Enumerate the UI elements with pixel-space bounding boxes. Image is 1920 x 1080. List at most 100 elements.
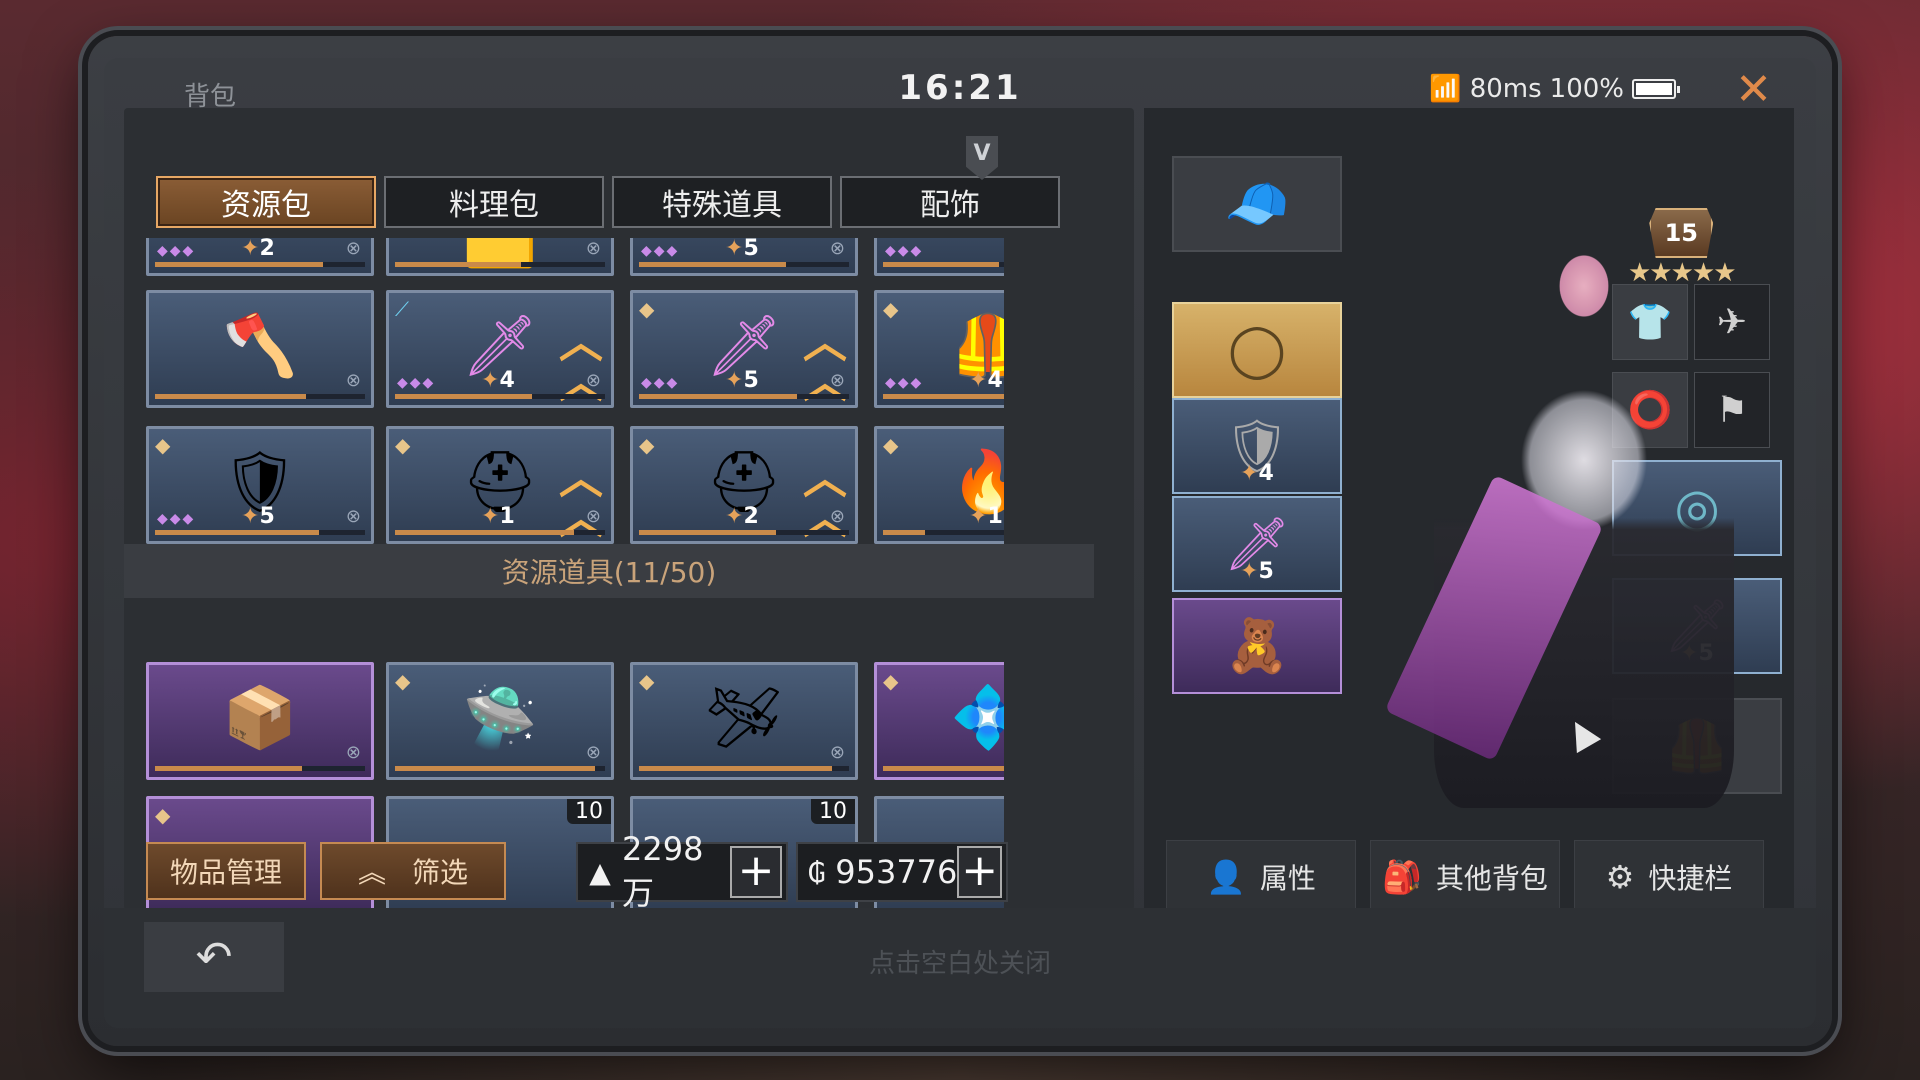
star-level: ✦2 — [241, 238, 275, 261]
drone-icon: ✈ — [1716, 301, 1748, 343]
lock-icon: ⊗ — [585, 370, 601, 391]
item-slot-chest[interactable]: 📦 ⊗ — [146, 662, 374, 780]
rarity-dots: ◆◆◆ — [157, 243, 196, 259]
filter-icon: ︽ — [357, 856, 386, 889]
inventory-screen: 背包 16:21 📶 80ms 100% ✕ 资源包 料理包 特殊道具 配饰 V… — [104, 58, 1816, 1028]
durability-bar — [155, 262, 365, 267]
gem-icon: ◆ — [155, 433, 171, 457]
item-count: 10 — [811, 799, 855, 824]
star-level: ✦4 — [1240, 461, 1274, 486]
gem-icon: ◆ — [639, 669, 655, 693]
category-tabs: 资源包 料理包 特殊道具 配饰 — [156, 176, 1060, 228]
durability-bar — [883, 394, 1004, 399]
rarity-dots: ◆◆◆ — [157, 511, 196, 527]
item-slot-blue-drone[interactable]: ◆ 🛸 ⊗ — [386, 662, 614, 780]
currency-a-add-button[interactable]: + — [730, 846, 782, 898]
star-level: ✦5 — [1240, 559, 1274, 584]
other-bag-button[interactable]: 🎒 其他背包 — [1370, 840, 1560, 914]
lock-icon: ⊗ — [829, 506, 845, 527]
rarity-dots: ◆◆◆ — [641, 243, 680, 259]
tab-special-items[interactable]: 特殊道具 — [612, 176, 832, 228]
equip-slot-head[interactable]: 🧢 — [1172, 156, 1342, 252]
durability-bar — [883, 262, 1004, 267]
item-slot[interactable]: ◆◆◆ ✦5 ⊗ — [630, 238, 858, 276]
item-slot-blue-armor[interactable]: ◆ 🛡 ◆◆◆ ✦5 ⊗ — [146, 426, 374, 544]
durability-bar — [155, 530, 365, 535]
attributes-button[interactable]: 👤 属性 — [1166, 840, 1356, 914]
item-management-button[interactable]: 物品管理 — [146, 842, 306, 900]
currency-b-icon: ₲ — [807, 855, 826, 889]
status-indicators: 📶 80ms 100% — [1429, 74, 1680, 104]
rarity-dots: ◆◆◆ — [641, 375, 680, 391]
durability-bar — [395, 530, 605, 535]
equip-slot-ring[interactable]: ◯ — [1172, 302, 1342, 398]
ping-text: 80ms — [1469, 74, 1542, 104]
star-level: ✦5 — [725, 238, 759, 261]
gem-icon: ◆ — [883, 669, 899, 693]
battery-icon — [1632, 79, 1680, 99]
item-slot[interactable]: 🟨 ⊗ — [386, 238, 614, 276]
currency-a-value: 2298万 — [622, 830, 704, 912]
durability-bar — [883, 530, 1004, 535]
currency-b-value: 953776 — [835, 853, 958, 891]
lock-icon: ⊗ — [585, 238, 601, 259]
item-slot[interactable]: ◆◆◆ ✦2 ⊗ — [146, 238, 374, 276]
star-level: ✦1 — [481, 504, 515, 529]
durability-bar — [639, 766, 849, 771]
durability-bar — [395, 766, 605, 771]
currency-b-add-button[interactable]: + — [957, 846, 1002, 898]
currency-a-icon: ▲ — [589, 855, 611, 889]
resource-section-header: 资源道具(11/50) — [124, 544, 1094, 598]
item-slot[interactable]: ◆◆◆ ⊗ — [874, 238, 1004, 276]
lock-icon: ⊗ — [829, 742, 845, 763]
gem-icon: ◆ — [395, 669, 411, 693]
other-bag-label: 其他背包 — [1435, 862, 1548, 895]
durability-bar — [883, 766, 1004, 771]
equip-slot-pet[interactable]: 🧸 — [1172, 598, 1342, 694]
tab-cooking-pack[interactable]: 料理包 — [384, 176, 604, 228]
lock-icon: ⊗ — [585, 742, 601, 763]
durability-bar — [395, 262, 605, 267]
drone-icon: 🛸 — [462, 682, 538, 753]
attributes-label: 属性 — [1259, 862, 1316, 895]
star-level: ✦2 — [725, 504, 759, 529]
item-slot-helmet[interactable]: ◆ ⛑ ︿ ︿ ✦2 ⊗ — [630, 426, 858, 544]
star-level: ✦4 — [969, 368, 1003, 393]
tab-accessories[interactable]: 配饰 — [840, 176, 1060, 228]
filter-button[interactable]: ︽ 筛选 — [320, 842, 506, 900]
item-slot-red-armor[interactable]: ◆ 🦺 ◆◆◆ ✦4 ⊗ — [874, 290, 1004, 408]
item-count: 10 — [567, 799, 611, 824]
filter-label: 筛选 — [412, 856, 469, 889]
item-slot-axe[interactable]: 🪓 ⊗ — [146, 290, 374, 408]
equip-slot-armor[interactable]: 🛡 ✦4 — [1172, 398, 1342, 494]
blade-mark-icon: ⟋ — [395, 297, 409, 321]
star-level: ✦5 — [725, 368, 759, 393]
gem-icon: ◆ — [639, 433, 655, 457]
item-slot-red-drone[interactable]: ◆ 🛩 ⊗ — [630, 662, 858, 780]
item-slot-teal-crystal[interactable]: ◆ 💠 — [874, 662, 1004, 780]
gem-icon: ◆ — [883, 297, 899, 321]
item-slot-helmet[interactable]: ◆ ⛑ ︿ ︿ ✦1 ⊗ — [386, 426, 614, 544]
star-level: ✦5 — [241, 504, 275, 529]
axe-icon: 🪓 — [222, 310, 298, 381]
chest-icon: 📦 — [222, 682, 298, 753]
durability-bar — [155, 766, 365, 771]
gem-icon: ◆ — [395, 433, 411, 457]
item-slot-pink-blade[interactable]: ⟋ 🗡 ︿ ︿ ◆◆◆ ✦4 ⊗ — [386, 290, 614, 408]
durability-bar — [155, 394, 365, 399]
person-icon: 👤 — [1206, 858, 1246, 896]
rarity-dots: ◆◆◆ — [885, 375, 924, 391]
lock-icon: ⊗ — [345, 506, 361, 527]
quickbar-label: 快捷栏 — [1648, 862, 1733, 895]
equip-slot-weapon-left[interactable]: 🗡 ✦5 — [1172, 496, 1342, 592]
item-slot-pink-blade[interactable]: ◆ 🗡 ︿ ︿ ◆◆◆ ✦5 ⊗ — [630, 290, 858, 408]
cap-icon: 🧢 — [1224, 174, 1290, 235]
quickbar-icon: ⚙ — [1605, 858, 1635, 896]
footer-bar[interactable]: ↶ 点击空白处关闭 — [104, 908, 1816, 1028]
quickbar-button[interactable]: ⚙ 快捷栏 — [1574, 840, 1764, 914]
tab-resource-pack[interactable]: 资源包 — [156, 176, 376, 228]
lock-icon: ⊗ — [345, 370, 361, 391]
item-slot-fire-helmet[interactable]: ◆ 🔥 ︿︿ ✦1 ⊗ — [874, 426, 1004, 544]
gem-icon: ◆ — [883, 433, 899, 457]
currency-b: ₲ 953776 + — [796, 842, 1008, 902]
